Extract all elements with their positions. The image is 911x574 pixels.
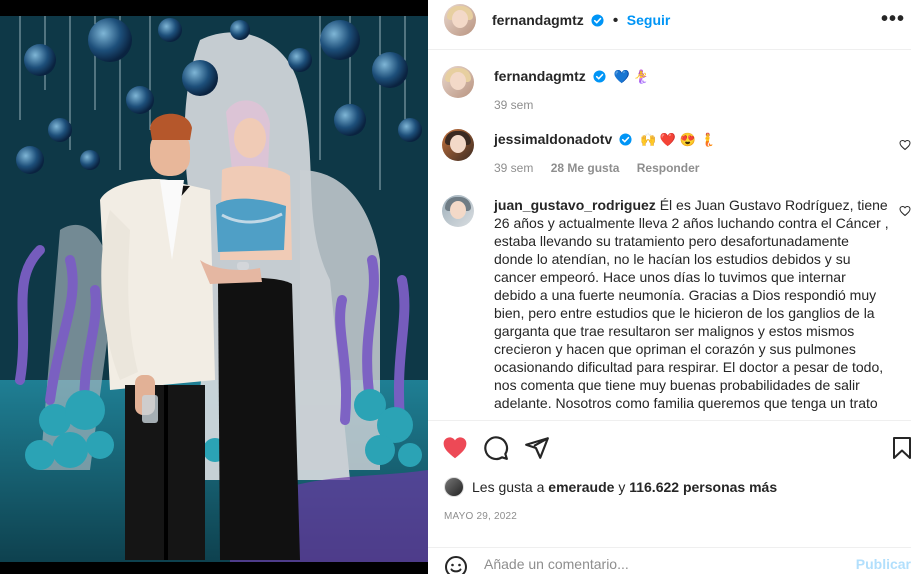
comment-username[interactable]: fernandagmtz <box>494 68 586 84</box>
likes-summary: Les gusta a emeraude y 116.622 personas … <box>444 477 777 497</box>
like-comment-heart-icon[interactable] <box>899 139 911 151</box>
comment-bubble-icon[interactable] <box>483 435 509 461</box>
verified-badge-icon <box>593 70 606 83</box>
comment-username[interactable]: jessimaldonadotv <box>494 131 612 147</box>
photo-illustration <box>0 0 428 574</box>
post-header: fernandagmtz • Seguir ••• <box>428 0 911 50</box>
photo-bottom-bar <box>0 562 428 574</box>
comment-time: 39 sem <box>494 161 534 175</box>
verified-badge-icon <box>591 14 604 27</box>
like-comment-heart-icon[interactable] <box>899 205 911 217</box>
save-bookmark-icon[interactable] <box>890 435 911 461</box>
comment-time: 39 sem <box>494 98 534 112</box>
comment-item: fernandagmtz 💙 🧜‍♀️ 39 sem <box>442 66 911 116</box>
comment-likes[interactable]: 28 Me gusta <box>551 161 620 175</box>
likes-avatar[interactable] <box>444 477 464 497</box>
comment-meta: 39 sem 28 Me gusta Responder <box>494 159 889 177</box>
author-username[interactable]: fernandagmtz <box>492 12 584 28</box>
likes-user[interactable]: emeraude <box>548 479 614 495</box>
likes-conj: y <box>618 479 626 495</box>
comment-item: juan_gustavo_rodriguez Él es Juan Gustav… <box>442 195 911 417</box>
emoji-smiley-icon[interactable] <box>444 555 468 574</box>
post-actions: Les gusta a emeraude y 116.622 personas … <box>428 420 911 574</box>
verified-badge-icon <box>619 133 632 146</box>
comment-text: Él es Juan Gustavo Rodríguez, tiene 26 a… <box>494 197 889 411</box>
comment-emojis: 🙌 ❤️ 😍 🧜 <box>640 132 716 147</box>
like-heart-icon[interactable] <box>442 435 468 461</box>
comment-meta: 39 sem <box>494 96 889 114</box>
likes-prefix: Les gusta a <box>472 479 545 495</box>
comment-username[interactable]: juan_gustavo_rodriguez <box>494 197 656 213</box>
post-side-panel: fernandagmtz • Seguir ••• fernandagmtz 💙… <box>428 0 911 574</box>
follow-button[interactable]: Seguir <box>627 12 671 28</box>
comment-avatar[interactable] <box>442 129 474 161</box>
post-date[interactable]: MAYO 29, 2022 <box>444 511 517 522</box>
comment-avatar[interactable] <box>442 195 474 227</box>
publish-button[interactable]: Publicar <box>856 556 911 572</box>
more-options-icon[interactable]: ••• <box>881 8 905 31</box>
comment-composer: Publicar <box>428 547 911 574</box>
reply-button[interactable]: Responder <box>637 161 700 175</box>
author-avatar[interactable] <box>444 4 476 36</box>
comment-input[interactable] <box>484 554 844 574</box>
comment-item: jessimaldonadotv 🙌 ❤️ 😍 🧜 39 sem 28 Me g… <box>442 129 911 179</box>
photo-top-bar <box>0 0 428 16</box>
likes-count[interactable]: 116.622 personas más <box>629 479 777 495</box>
comment-emojis: 💙 🧜‍♀️ <box>613 69 650 84</box>
post-photo[interactable] <box>0 0 428 574</box>
comment-avatar[interactable] <box>442 66 474 98</box>
share-paper-plane-icon[interactable] <box>524 435 550 461</box>
